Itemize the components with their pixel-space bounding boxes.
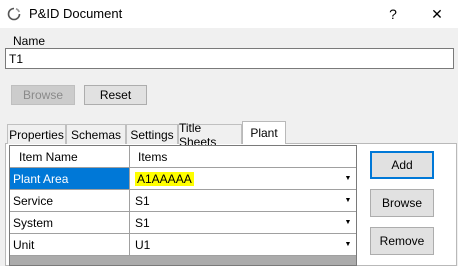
row-value-dropdown[interactable]: S1 ▼ [131, 212, 356, 233]
tab-title-sheets[interactable]: Title Sheets [178, 121, 242, 149]
tab-label: Plant [250, 126, 278, 140]
row-name: Unit [13, 237, 35, 252]
table-row[interactable]: Unit U1 ▼ [10, 234, 356, 256]
row-name: Service [13, 193, 54, 208]
add-label: Add [391, 158, 413, 172]
tab-settings[interactable]: Settings [126, 124, 178, 144]
app-icon [7, 7, 21, 21]
reset-button[interactable]: Reset [84, 85, 147, 105]
row-value: A1AAAAA [135, 171, 194, 186]
reset-label: Reset [99, 88, 132, 102]
dropdown-arrow-icon[interactable]: ▼ [342, 168, 354, 189]
row-name: Plant Area [13, 171, 69, 186]
tab-label: Properties [9, 127, 64, 142]
row-name-cell[interactable]: Plant Area [10, 168, 130, 189]
row-value-dropdown[interactable]: U1 ▼ [131, 234, 356, 255]
row-value-dropdown[interactable]: A1AAAAA ▼ [131, 168, 356, 189]
column-header-label: Items [138, 149, 168, 164]
table-row[interactable]: Service S1 ▼ [10, 190, 356, 212]
column-header-item-name[interactable]: Item Name [10, 146, 130, 167]
tab-label: Schemas [70, 127, 122, 142]
row-value: S1 [135, 215, 150, 230]
dropdown-arrow-icon[interactable]: ▼ [342, 212, 354, 233]
add-button[interactable]: Add [370, 151, 434, 179]
row-name-cell[interactable]: Unit [10, 234, 130, 255]
title-bar: P&ID Document ? ✕ [0, 0, 458, 28]
table-row[interactable]: System S1 ▼ [10, 212, 356, 234]
row-name: System [13, 215, 54, 230]
pid-document-dialog: P&ID Document ? ✕ Name Browse Reset Prop… [0, 0, 458, 266]
plant-items-grid: Item Name Items Plant Area A1AAAAA ▼ Ser… [9, 145, 357, 266]
name-label: Name [13, 34, 46, 48]
name-input[interactable] [5, 48, 454, 69]
browse-name-label: Browse [22, 88, 63, 102]
help-button[interactable]: ? [371, 2, 415, 26]
browse-name-button[interactable]: Browse [11, 85, 75, 105]
dropdown-arrow-icon[interactable]: ▼ [342, 190, 354, 211]
column-header-label: Item Name [19, 149, 78, 164]
remove-button[interactable]: Remove [370, 227, 434, 255]
table-row[interactable]: Plant Area A1AAAAA ▼ [10, 168, 356, 190]
close-button[interactable]: ✕ [415, 2, 458, 26]
row-name-cell[interactable]: System [10, 212, 130, 233]
tab-plant[interactable]: Plant [242, 121, 286, 144]
row-value: U1 [135, 237, 151, 252]
help-icon: ? [389, 6, 397, 22]
dropdown-arrow-icon[interactable]: ▼ [342, 234, 354, 255]
row-value: S1 [135, 193, 150, 208]
tab-schemas[interactable]: Schemas [66, 124, 126, 144]
browse-button[interactable]: Browse [370, 189, 434, 217]
remove-label: Remove [379, 234, 425, 248]
row-name-cell[interactable]: Service [10, 190, 130, 211]
tab-label: Settings [130, 127, 174, 142]
tab-properties[interactable]: Properties [7, 124, 66, 144]
close-icon: ✕ [431, 5, 443, 22]
window-title: P&ID Document [29, 6, 123, 21]
row-value-dropdown[interactable]: S1 ▼ [131, 190, 356, 211]
column-header-items[interactable]: Items [131, 146, 356, 167]
grid-header-row: Item Name Items [10, 146, 356, 168]
browse-label: Browse [381, 196, 422, 210]
